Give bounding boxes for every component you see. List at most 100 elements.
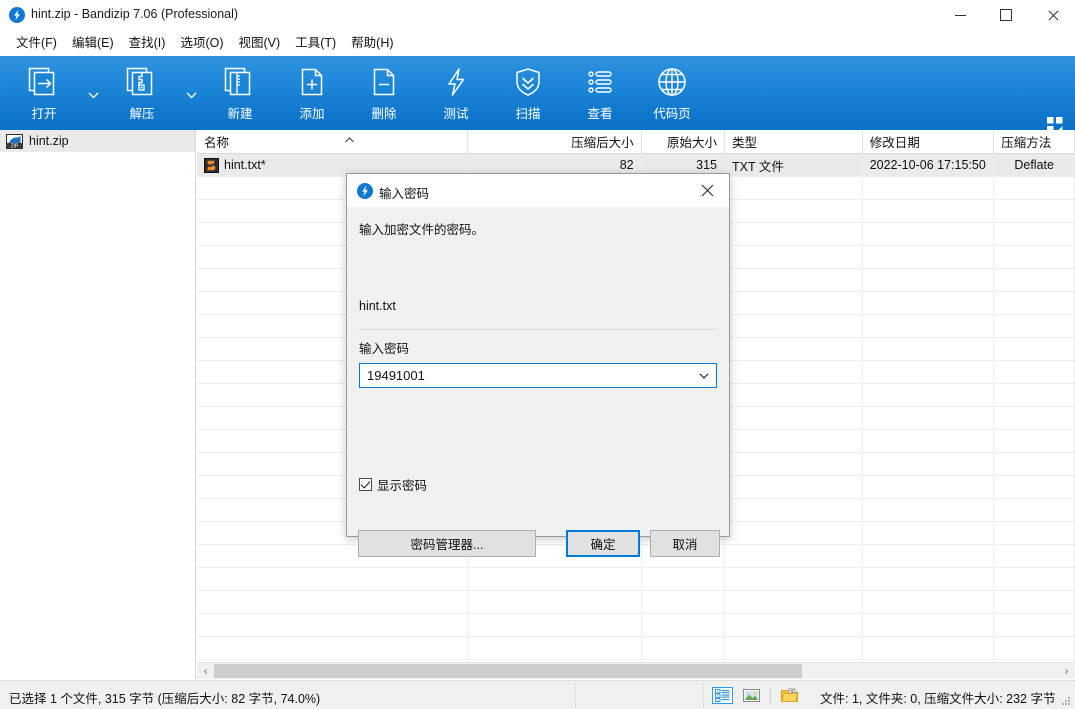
- scan-shield-icon: [508, 64, 548, 100]
- toolbar-scan-button[interactable]: 扫描: [492, 56, 564, 130]
- cell-empty: [725, 269, 863, 291]
- thumbnail-view-icon[interactable]: [741, 687, 762, 704]
- scrollbar-thumb[interactable]: [214, 664, 802, 678]
- toolbar-test-button[interactable]: 测试: [420, 56, 492, 130]
- toolbar-view-button[interactable]: 查看: [564, 56, 636, 130]
- password-input-value[interactable]: 19491001: [360, 368, 692, 383]
- checkbox-box[interactable]: [359, 478, 372, 491]
- menu-view[interactable]: 视图(V): [232, 30, 288, 53]
- sidebar-item-hint-zip[interactable]: ZIP hint.zip: [0, 130, 195, 152]
- cell-empty: [725, 430, 863, 452]
- cell-empty: [197, 637, 468, 659]
- dialog-filename: hint.txt: [359, 299, 396, 313]
- cell-empty: [725, 499, 863, 521]
- resize-grip-icon[interactable]: [1059, 694, 1071, 706]
- cell-empty: [197, 568, 468, 590]
- chevron-down-icon[interactable]: [692, 364, 716, 387]
- extract-dropdown-chevron-down-icon[interactable]: [178, 56, 204, 130]
- cell-empty: [994, 315, 1075, 337]
- cell-empty: [863, 384, 995, 406]
- password-field-label: 输入密码: [359, 342, 410, 356]
- cell-empty: [863, 177, 995, 199]
- scroll-left-arrow-icon[interactable]: ‹: [197, 663, 214, 679]
- cell-empty: [994, 591, 1075, 613]
- column-header-original-size[interactable]: 原始大小: [642, 130, 725, 153]
- cell-empty: [863, 453, 995, 475]
- cell-empty: [468, 637, 642, 659]
- dialog-divider: [359, 329, 717, 330]
- cell-empty: [725, 246, 863, 268]
- maximize-button[interactable]: [983, 0, 1029, 30]
- column-header-name[interactable]: 名称: [197, 130, 468, 153]
- zip-archive-icon: ZIP: [6, 133, 23, 150]
- password-dialog: 输入密码 输入加密文件的密码。 hint.txt 输入密码 19491001 显…: [346, 173, 730, 557]
- cell-empty: [725, 568, 863, 590]
- toolbar-extract-button[interactable]: 解压: [106, 56, 178, 130]
- codepage-globe-icon: [652, 64, 692, 100]
- details-view-icon[interactable]: [712, 687, 733, 704]
- cell-empty: [863, 614, 995, 636]
- cell-empty: [725, 384, 863, 406]
- column-header-method[interactable]: 压缩方法: [994, 130, 1075, 153]
- horizontal-scrollbar[interactable]: ‹ ›: [197, 662, 1075, 679]
- menu-bar: 文件(F) 编辑(E) 查找(I) 选项(O) 视图(V) 工具(T) 帮助(H…: [0, 30, 1075, 52]
- open-dropdown-chevron-down-icon[interactable]: [80, 56, 106, 130]
- toolbar-open-button[interactable]: 打开: [8, 56, 80, 130]
- cell-modified: 2022-10-06 17:15:50: [863, 154, 995, 176]
- menu-find[interactable]: 查找(I): [122, 30, 173, 53]
- scroll-right-arrow-icon[interactable]: ›: [1058, 663, 1075, 679]
- column-header-packed-size[interactable]: 压缩后大小: [468, 130, 642, 153]
- toolbar-new-button[interactable]: 新建: [204, 56, 276, 130]
- extract-icon: [122, 64, 162, 100]
- menu-edit[interactable]: 编辑(E): [65, 30, 121, 53]
- show-password-checkbox[interactable]: 显示密码: [359, 475, 427, 494]
- toolbar-delete-button[interactable]: 删除: [348, 56, 420, 130]
- dialog-close-icon[interactable]: [685, 174, 729, 207]
- cell-empty: [725, 177, 863, 199]
- ok-button[interactable]: 确定: [566, 530, 640, 557]
- cancel-button[interactable]: 取消: [650, 530, 720, 557]
- password-manager-button[interactable]: 密码管理器...: [358, 530, 536, 557]
- cell-empty: [468, 614, 642, 636]
- cell-empty: [994, 361, 1075, 383]
- toolbar-add-button[interactable]: 添加: [276, 56, 348, 130]
- cell-empty: [863, 200, 995, 222]
- menu-options[interactable]: 选项(O): [173, 30, 230, 53]
- show-password-label: 显示密码: [377, 479, 428, 493]
- text-file-icon: [204, 157, 219, 173]
- toolbar-codepage-label: 代码页: [653, 107, 691, 121]
- dialog-title-bar: 输入密码: [347, 174, 729, 207]
- close-button[interactable]: [1029, 0, 1075, 30]
- cell-empty: [994, 223, 1075, 245]
- column-header-type[interactable]: 类型: [725, 130, 863, 153]
- cell-empty: [725, 614, 863, 636]
- status-view-icons: [712, 687, 800, 704]
- dialog-description: 输入加密文件的密码。: [359, 223, 485, 237]
- menu-tools[interactable]: 工具(T): [288, 30, 343, 53]
- menu-help[interactable]: 帮助(H): [344, 30, 400, 53]
- cell-empty: [863, 568, 995, 590]
- minimize-button[interactable]: [937, 0, 983, 30]
- toolbar-codepage-button[interactable]: 代码页: [636, 56, 708, 130]
- cell-empty: [725, 407, 863, 429]
- cell-empty: [863, 269, 995, 291]
- open-folder-icon[interactable]: [779, 687, 800, 704]
- cell-empty: [863, 223, 995, 245]
- column-header-modified[interactable]: 修改日期: [863, 130, 995, 153]
- file-list-header: 名称 压缩后大小 原始大小 类型 修改日期 压缩方法: [197, 130, 1075, 154]
- cell-empty: [725, 200, 863, 222]
- view-list-icon: [580, 64, 620, 100]
- cell-empty: [863, 499, 995, 521]
- cell-empty: [994, 499, 1075, 521]
- menu-file[interactable]: 文件(F): [9, 30, 64, 53]
- cell-empty: [994, 246, 1075, 268]
- table-row-empty: [197, 614, 1075, 637]
- cell-empty: [642, 591, 725, 613]
- status-bar: 已选择 1 个文件, 315 字节 (压缩后大小: 82 字节, 74.0%): [0, 680, 1075, 709]
- cell-empty: [863, 246, 995, 268]
- cell-empty: [725, 361, 863, 383]
- status-selection-text: 已选择 1 个文件, 315 字节 (压缩后大小: 82 字节, 74.0%): [9, 692, 321, 706]
- status-icon-divider: [770, 687, 771, 704]
- password-input[interactable]: 19491001: [359, 363, 717, 388]
- toolbar-delete-label: 删除: [371, 107, 397, 121]
